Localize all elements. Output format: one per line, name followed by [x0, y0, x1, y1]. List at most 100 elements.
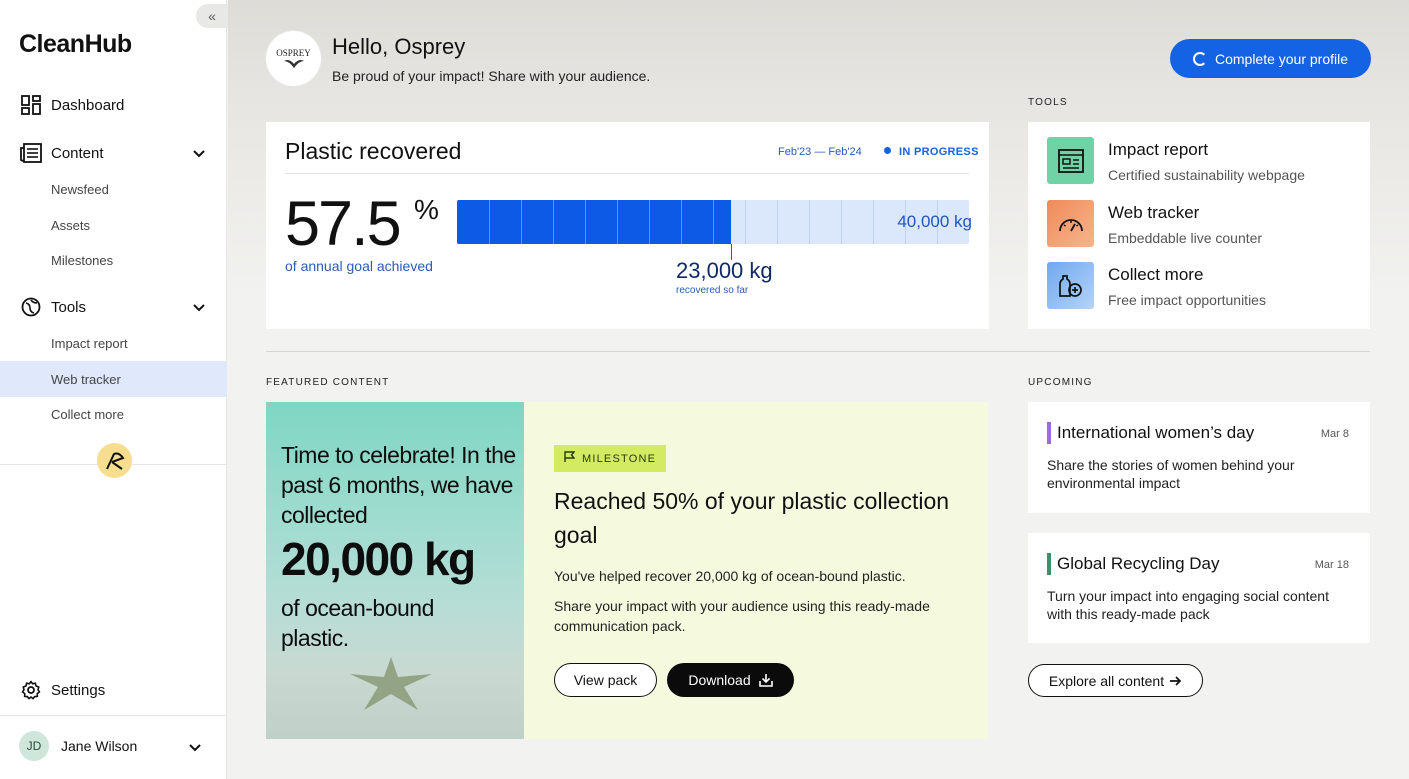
avatar[interactable]: JD	[19, 731, 49, 761]
upcoming-item[interactable]: Global Recycling Day Mar 18 Turn your im…	[1028, 533, 1370, 643]
nav-newsfeed[interactable]: Newsfeed	[0, 171, 227, 207]
nav-web-tracker[interactable]: Web tracker	[0, 361, 227, 397]
nav-label: Dashboard	[51, 96, 125, 114]
upcoming-date: Mar 8	[1320, 428, 1349, 440]
button-label: Explore all content	[1048, 672, 1165, 689]
tool-description: Free impact opportunities	[1108, 292, 1266, 308]
button-label: Download	[688, 672, 751, 688]
featured-text: Share your impact with your audience usi…	[554, 598, 930, 634]
divider	[285, 173, 969, 174]
progress-bar-fill	[457, 200, 731, 244]
image-subline: of ocean-bound plastic.	[281, 595, 434, 651]
chevron-down-icon[interactable]	[193, 299, 205, 316]
image-big-number: 20,000 kg	[281, 533, 476, 585]
report-icon	[1047, 137, 1094, 184]
nav-dashboard[interactable]: Dashboard	[0, 87, 227, 123]
partner-badge-icon[interactable]	[97, 443, 132, 478]
sidebar-divider	[0, 715, 227, 716]
view-pack-button[interactable]: View pack	[554, 663, 657, 697]
chevron-down-icon[interactable]	[193, 145, 205, 162]
tool-web-tracker[interactable]: Web tracker Embeddable live counter	[1047, 200, 1367, 248]
upcoming-title: International women’s day	[1057, 423, 1255, 442]
section-divider	[266, 351, 1370, 352]
nav-settings[interactable]: Settings	[0, 672, 227, 708]
progress-segment-divider	[553, 200, 554, 244]
progress-segment-divider	[649, 200, 650, 244]
flag-icon	[564, 451, 576, 466]
complete-profile-button[interactable]: Complete your profile	[1170, 39, 1371, 78]
tool-name: Impact report	[1108, 140, 1209, 159]
gauge-icon	[1047, 200, 1094, 247]
upcoming-item[interactable]: International women’s day Mar 8 Share th…	[1028, 402, 1370, 513]
progress-segment-divider	[809, 200, 810, 244]
chevron-down-icon[interactable]	[189, 739, 201, 757]
progress-segment-divider	[777, 200, 778, 244]
upcoming-date: Mar 18	[1314, 559, 1349, 571]
download-button[interactable]: Download	[667, 663, 794, 697]
content-icon	[20, 142, 42, 164]
tag-label: MILESTONE	[582, 452, 657, 465]
dashboard-icon	[20, 94, 42, 116]
tools-card: Impact report Certified sustainability w…	[1028, 122, 1370, 329]
upcoming-title: Global Recycling Day	[1057, 554, 1220, 573]
user-name[interactable]: Jane Wilson	[61, 738, 137, 754]
progress-segment-divider	[489, 200, 490, 244]
featured-image[interactable]: Time to celebrate! In the past 6 months,…	[266, 402, 524, 739]
image-headline: Time to celebrate! In the past 6 months,…	[281, 442, 516, 528]
collapse-sidebar-button[interactable]: «	[196, 4, 228, 28]
nav-impact-report[interactable]: Impact report	[0, 325, 227, 361]
nav-milestones[interactable]: Milestones	[0, 242, 227, 278]
goal-caption: of annual goal achieved	[285, 258, 433, 274]
brand-logo: OSPREY	[266, 31, 321, 86]
featured-panel: MILESTONE Reached 50% of your plastic co…	[524, 402, 988, 739]
status-badge: IN PROGRESS	[884, 146, 979, 158]
recovered-value: 23,000 kg	[676, 258, 773, 283]
tool-collect-more[interactable]: Collect more Free impact opportunities	[1047, 262, 1367, 310]
progress-segment-divider	[873, 200, 874, 244]
progress-segment-divider	[713, 200, 714, 244]
featured-text: You've helped recover 20,000 kg of ocean…	[554, 568, 906, 584]
nav-collect-more[interactable]: Collect more	[0, 396, 227, 432]
sidebar: « CleanHub Dashboard Content Newsfeed As…	[0, 0, 228, 779]
starfish-icon	[350, 657, 432, 710]
explore-all-content-button[interactable]: Explore all content	[1028, 664, 1203, 697]
nav-tools[interactable]: Tools	[0, 289, 227, 325]
app-logo[interactable]: CleanHub	[19, 30, 132, 59]
progress-ring-icon	[1192, 51, 1207, 66]
download-icon	[758, 674, 773, 687]
progress-segment-divider	[681, 200, 682, 244]
gear-icon	[20, 679, 42, 701]
progress-segment-divider	[521, 200, 522, 244]
plastic-recovered-card: Plastic recovered Feb'23 — Feb'24 IN PRO…	[266, 122, 989, 329]
progress-bar	[457, 200, 969, 244]
button-label: Complete your profile	[1214, 50, 1349, 67]
page-subtitle: Be proud of your impact! Share with your…	[332, 68, 651, 84]
progress-segment-divider	[841, 200, 842, 244]
nav-content[interactable]: Content	[0, 135, 227, 171]
arrow-right-icon	[1170, 675, 1182, 686]
upcoming-description: Turn your impact into engaging social co…	[1047, 588, 1329, 622]
upcoming-section-label: UPCOMING	[1028, 377, 1093, 388]
nav-label: Tools	[51, 298, 87, 316]
tools-icon	[20, 296, 42, 318]
tool-impact-report[interactable]: Impact report Certified sustainability w…	[1047, 137, 1367, 185]
color-bar	[1047, 422, 1051, 444]
upcoming-description: Share the stories of women behind your e…	[1047, 457, 1295, 491]
milestone-tag: MILESTONE	[554, 445, 667, 472]
tool-name: Collect more	[1108, 265, 1204, 284]
featured-section-label: FEATURED CONTENT	[266, 377, 390, 388]
brand-logo-text: OSPREY	[276, 47, 311, 58]
nav-label: Content	[51, 144, 104, 162]
tool-name: Web tracker	[1108, 203, 1200, 222]
percent-sign: %	[414, 194, 439, 225]
goal-percent: 57.5	[285, 189, 402, 259]
tools-section-label: TOOLS	[1028, 97, 1068, 108]
progress-segment-divider	[585, 200, 586, 244]
tool-description: Certified sustainability webpage	[1108, 167, 1305, 183]
goal-value: 40,000 kg	[897, 212, 972, 231]
nav-assets[interactable]: Assets	[0, 207, 227, 243]
bottle-plus-icon	[1047, 262, 1094, 309]
progress-segment-divider	[745, 200, 746, 244]
date-range: Feb'23 — Feb'24	[778, 146, 862, 158]
card-title: Plastic recovered	[285, 138, 462, 164]
